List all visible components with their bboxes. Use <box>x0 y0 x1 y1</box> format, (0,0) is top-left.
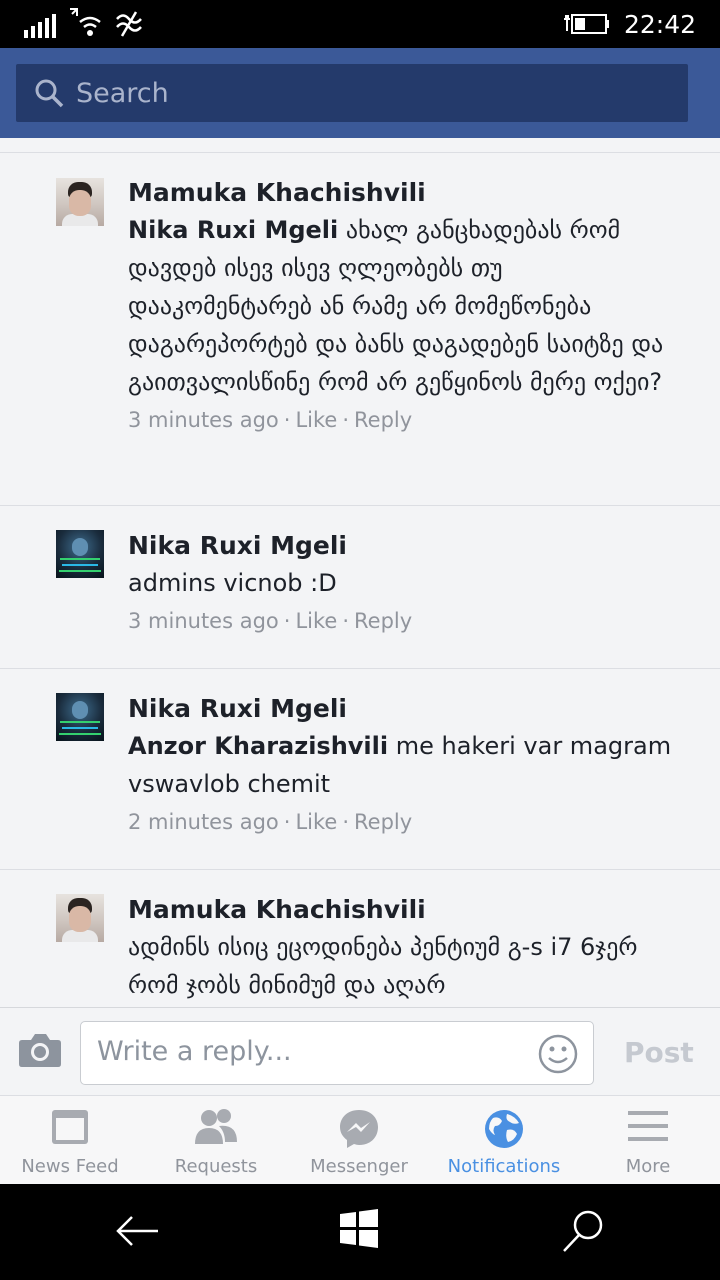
tab-label: Requests <box>174 1156 258 1177</box>
bottom-navigation: News Feed Requests Messenger Notificatio… <box>0 1095 720 1184</box>
comment-item: Nika Ruxi Mgeli admins vicnob :D 3 minut… <box>0 506 720 669</box>
avatar[interactable] <box>56 693 104 741</box>
emoji-icon[interactable] <box>537 1033 579 1075</box>
comment-author[interactable]: Mamuka Khachishvili <box>128 175 688 211</box>
reply-input-placeholder: Write a reply... <box>97 1036 292 1067</box>
wifi-icon <box>70 8 101 36</box>
comment-author[interactable]: Nika Ruxi Mgeli <box>128 691 688 727</box>
comment-timestamp: 3 minutes ago <box>128 408 279 432</box>
comment-text: Nika Ruxi Mgeli ახალ განცხადებას რომ დავ… <box>128 211 688 401</box>
comment-meta: 2 minutes ago · Like · Reply <box>128 810 413 834</box>
signal-strength-icon <box>24 14 56 38</box>
hamburger-menu-icon <box>628 1111 668 1141</box>
like-button[interactable]: Like <box>295 609 337 633</box>
reply-button[interactable]: Reply <box>354 609 412 633</box>
tab-label: Notifications <box>447 1156 561 1177</box>
like-button[interactable]: Like <box>295 810 337 834</box>
post-button[interactable]: Post <box>624 1036 694 1069</box>
comment-item: Mamuka Khachishvili Nika Ruxi Mgeli ახალ… <box>0 153 720 506</box>
comment-meta: 3 minutes ago · Like · Reply <box>128 408 413 432</box>
status-bar: 22:42 <box>0 0 720 48</box>
comment-thread[interactable]: Mamuka Khachishvili Nika Ruxi Mgeli ახალ… <box>0 138 720 1007</box>
camera-icon[interactable] <box>18 1032 62 1068</box>
search-icon <box>35 79 64 108</box>
tab-news-feed[interactable]: News Feed <box>0 1096 142 1185</box>
comment-author[interactable]: Nika Ruxi Mgeli <box>128 528 688 564</box>
reply-input[interactable]: Write a reply... <box>80 1021 594 1085</box>
comment-timestamp: 3 minutes ago <box>128 609 279 633</box>
tab-label: News Feed <box>21 1156 119 1177</box>
data-connection-icon <box>116 11 142 37</box>
comment-item: Nika Ruxi Mgeli Anzor Kharazishvili me h… <box>0 669 720 870</box>
reply-button[interactable]: Reply <box>354 408 412 432</box>
search-input[interactable]: Search <box>76 78 169 109</box>
reply-composer: Write a reply... Post <box>0 1007 720 1095</box>
system-navigation-bar <box>0 1184 720 1280</box>
app-header: Search <box>0 48 720 138</box>
battery-icon <box>563 14 609 34</box>
comment-text: admins vicnob :D <box>128 569 337 597</box>
avatar[interactable] <box>56 894 104 942</box>
search-icon[interactable] <box>560 1208 606 1254</box>
comment-author[interactable]: Mamuka Khachishvili <box>128 892 688 928</box>
tab-more[interactable]: More <box>576 1096 720 1185</box>
search-bar[interactable]: Search <box>16 64 688 122</box>
mention-link[interactable]: Nika Ruxi Mgeli <box>128 216 338 244</box>
tab-label: More <box>625 1156 671 1177</box>
globe-icon <box>485 1110 523 1148</box>
news-feed-icon <box>52 1110 88 1144</box>
windows-start-icon[interactable] <box>338 1208 380 1250</box>
mention-link[interactable]: Anzor Kharazishvili <box>128 732 388 760</box>
reply-button[interactable]: Reply <box>354 810 412 834</box>
tab-requests[interactable]: Requests <box>144 1096 288 1185</box>
avatar[interactable] <box>56 530 104 578</box>
comment-meta: 3 minutes ago · Like · Reply <box>128 609 413 633</box>
back-arrow-icon[interactable] <box>114 1208 160 1254</box>
comment-text: ადმინს ისიც ეცოდინება პენტიუმ გ-s i7 6ჯე… <box>128 933 638 999</box>
tab-label: Messenger <box>310 1156 408 1177</box>
tab-notifications[interactable]: Notifications <box>432 1096 576 1185</box>
comment-timestamp: 2 minutes ago <box>128 810 279 834</box>
comment-text: Anzor Kharazishvili me hakeri var magram… <box>128 727 688 803</box>
clock: 22:42 <box>623 9 696 39</box>
friend-requests-icon <box>195 1109 237 1144</box>
like-button[interactable]: Like <box>295 408 337 432</box>
comment-item: Mamuka Khachishvili ადმინს ისიც ეცოდინებ… <box>0 870 720 1007</box>
messenger-icon <box>340 1110 378 1148</box>
avatar[interactable] <box>56 178 104 226</box>
tab-messenger[interactable]: Messenger <box>287 1096 431 1185</box>
